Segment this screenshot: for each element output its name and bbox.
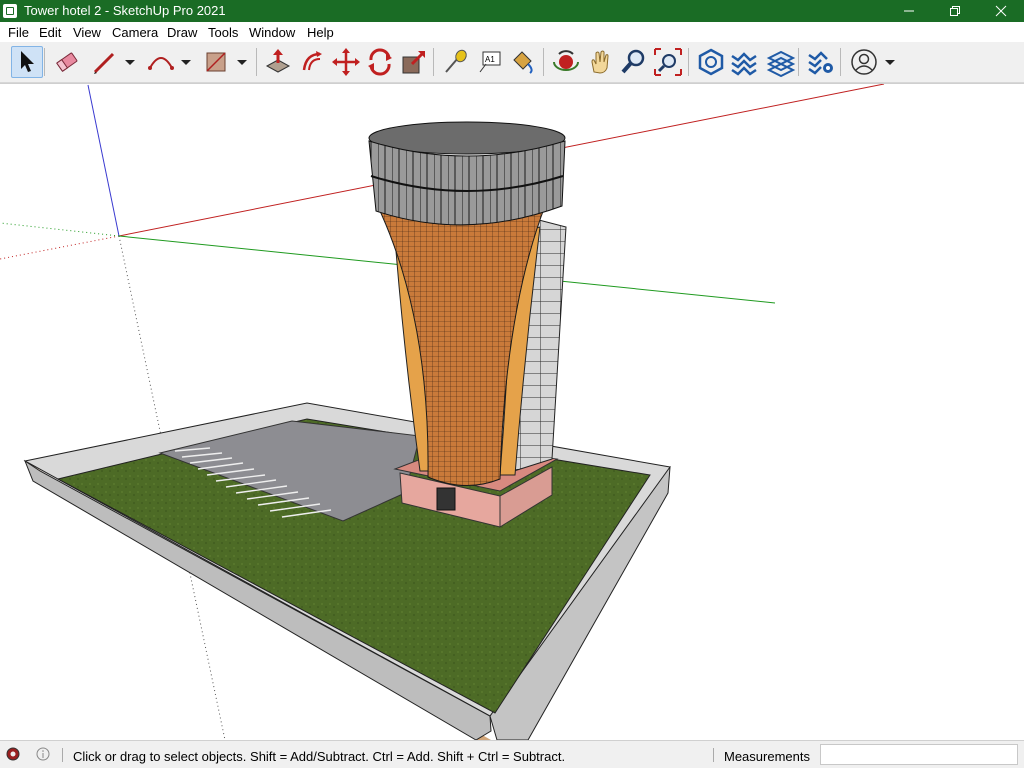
tool-dropdown-button[interactable] <box>179 54 193 70</box>
scale-icon <box>402 50 426 74</box>
account-tool-button[interactable] <box>848 46 880 78</box>
scale-tool-button[interactable] <box>398 46 430 78</box>
move-icon <box>332 48 360 76</box>
extension-manager-icon <box>808 51 833 75</box>
rectangle-tool-button[interactable] <box>200 46 232 78</box>
menu-edit[interactable]: Edit <box>39 25 61 40</box>
minimize-button[interactable] <box>886 0 932 22</box>
title-bar: Tower hotel 2 - SketchUp Pro 2021 <box>0 0 1024 22</box>
toolbar-separator <box>688 48 689 76</box>
orbit-tool-button[interactable] <box>550 46 582 78</box>
measurements-label: Measurements <box>724 749 810 764</box>
dropdown-chevron-icon <box>237 60 247 65</box>
window-title: Tower hotel 2 - SketchUp Pro 2021 <box>24 3 226 18</box>
red-axis-neg <box>0 235 120 260</box>
tape-measure-icon <box>445 49 467 73</box>
pencil-line-tool-button[interactable] <box>89 46 121 78</box>
toolbar-separator <box>256 48 257 76</box>
rotate-tool-button[interactable] <box>364 46 396 78</box>
toolbar-separator <box>543 48 544 76</box>
menu-help[interactable]: Help <box>307 25 334 40</box>
orbit-icon <box>553 50 579 71</box>
svg-text:A1: A1 <box>485 55 495 64</box>
status-bar: Click or drag to select objects. Shift =… <box>0 740 1024 768</box>
tape-measure-tool-button[interactable] <box>440 46 472 78</box>
push-pull-tool-button[interactable] <box>262 46 294 78</box>
tool-dropdown-button[interactable] <box>235 54 249 70</box>
tool-dropdown-button[interactable] <box>883 54 897 70</box>
drawing-viewport[interactable] <box>0 83 1024 740</box>
geo-location-icon[interactable] <box>6 747 20 761</box>
menu-file[interactable]: File <box>8 25 29 40</box>
text-tool-button[interactable]: A1 <box>474 46 506 78</box>
extension-warehouse-icon <box>731 52 757 76</box>
paint-bucket-icon <box>513 51 533 74</box>
paint-bucket-tool-button[interactable] <box>506 46 538 78</box>
dropdown-chevron-icon <box>125 60 135 65</box>
menu-window[interactable]: Window <box>249 25 295 40</box>
zoom-tool-button[interactable] <box>618 46 650 78</box>
select-arrow-icon <box>21 51 34 72</box>
measurements-divider <box>713 748 714 762</box>
sketchup-logo-icon <box>3 4 17 18</box>
blue-axis <box>87 84 120 237</box>
move-tool-button[interactable] <box>330 46 362 78</box>
offset-icon <box>302 51 322 71</box>
arc-icon <box>148 57 174 70</box>
menu-draw[interactable]: Draw <box>167 25 197 40</box>
pan-hand-tool-button[interactable] <box>584 46 616 78</box>
arc-tool-button[interactable] <box>145 46 177 78</box>
dropdown-chevron-icon <box>885 60 895 65</box>
status-divider <box>62 748 63 762</box>
zoom-extents-tool-button[interactable] <box>652 46 684 78</box>
pencil-line-icon <box>93 52 115 74</box>
rectangle-icon <box>206 52 226 72</box>
model-canvas <box>0 84 885 740</box>
extension-warehouse-tool-button[interactable] <box>728 46 760 78</box>
dropdown-chevron-icon <box>181 60 191 65</box>
main-toolbar: A1 <box>0 42 1024 83</box>
tool-dropdown-button[interactable] <box>123 54 137 70</box>
entrance-door <box>436 487 456 511</box>
pan-hand-icon <box>591 50 609 74</box>
3d-warehouse-tool-button[interactable] <box>695 46 727 78</box>
zoom-extents-icon <box>654 48 682 76</box>
info-icon[interactable] <box>36 747 50 761</box>
eraser-icon <box>56 52 78 72</box>
push-pull-icon <box>265 49 291 73</box>
offset-tool-button[interactable] <box>296 46 328 78</box>
layout-icon <box>766 50 796 78</box>
layout-tool-button[interactable] <box>765 46 797 78</box>
status-hint: Click or drag to select objects. Shift =… <box>73 749 566 764</box>
measurements-input[interactable] <box>820 744 1018 765</box>
toolbar-separator <box>798 48 799 76</box>
zoom-icon <box>621 49 645 74</box>
menu-camera[interactable]: Camera <box>112 25 158 40</box>
toolbar-separator <box>433 48 434 76</box>
menu-view[interactable]: View <box>73 25 101 40</box>
menu-bar: File Edit View Camera Draw Tools Window … <box>0 22 1024 42</box>
text-icon: A1 <box>479 51 501 73</box>
extension-manager-tool-button[interactable] <box>805 46 837 78</box>
3d-warehouse-icon <box>698 48 724 76</box>
toolbar-separator <box>44 48 45 76</box>
restore-button[interactable] <box>932 0 978 22</box>
toolbar-separator <box>840 48 841 76</box>
select-arrow-tool-button[interactable] <box>11 46 43 78</box>
green-axis-neg <box>0 222 120 237</box>
close-button[interactable] <box>978 0 1024 22</box>
menu-tools[interactable]: Tools <box>208 25 238 40</box>
account-icon <box>851 49 877 75</box>
rotate-icon <box>368 48 392 76</box>
eraser-tool-button[interactable] <box>51 46 83 78</box>
